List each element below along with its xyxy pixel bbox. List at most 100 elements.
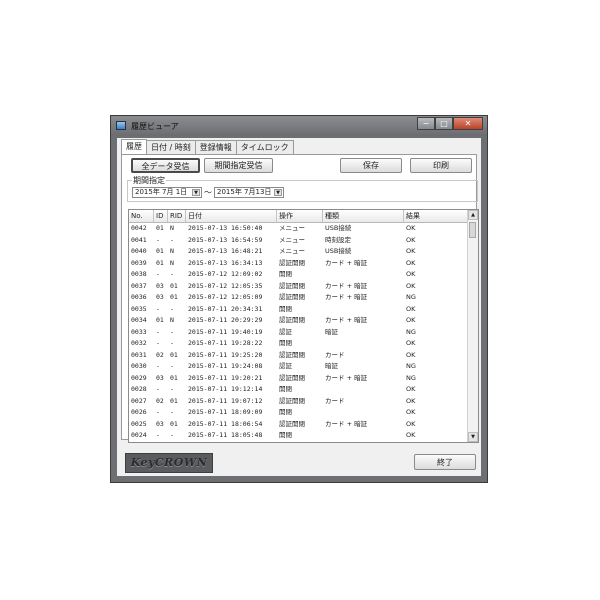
period-group: 期間指定 2015年 7月 1日 ▼ ～ 2015年 7月13日 ▼	[127, 175, 478, 202]
cell-rid: N	[170, 258, 174, 267]
table-row[interactable]: 0037 03 01 2015-07-12 12:05:35 認証開閉 カード + 暗証 O…	[129, 281, 468, 293]
cell-id: -	[156, 431, 160, 439]
cell-type: カード + 暗証	[325, 258, 368, 267]
table-row[interactable]: 0035- -2015-07-11 20:34:31 開閉 OK	[129, 304, 468, 316]
window-controls: − □ ✕	[417, 117, 483, 131]
vertical-scrollbar[interactable]: ▲ ▼	[467, 210, 478, 442]
save-button[interactable]: 保存	[340, 158, 402, 173]
cell-rid: -	[170, 235, 174, 244]
cell-date: 2015-07-11 18:09:09	[188, 408, 263, 416]
cell-result: OK	[406, 408, 416, 416]
table-row[interactable]: 0038 - - 2015-07-12 12:09:02 開閉 OK	[129, 269, 468, 281]
maximize-icon[interactable]: □	[435, 117, 453, 130]
column-header-result[interactable]: 結果	[404, 210, 468, 222]
tab-registration[interactable]: 登録情報	[194, 140, 237, 154]
scroll-up-icon[interactable]: ▲	[468, 210, 478, 220]
cell-no: 0039	[131, 258, 147, 267]
tab-date-time[interactable]: 日付 / 時刻	[146, 140, 196, 154]
table-row[interactable]: 0042 01 N 2015-07-13 16:50:40 メニュー USB接続 OK	[129, 223, 468, 235]
column-header-date[interactable]: 日付	[186, 210, 277, 222]
print-button[interactable]: 印刷	[410, 158, 472, 173]
table-row[interactable]: 0033- -2015-07-11 19:40:19 認証 暗証 NG	[129, 327, 468, 339]
cell-id: 01	[156, 316, 164, 324]
tab-strip: 履歴 日付 / 時刻 登録情報 タイムロック	[121, 139, 294, 155]
table-row[interactable]: 0030 - - 2015-07-11 19:24:08 認証 暗証 NG	[129, 361, 468, 373]
cell-no: 0036	[131, 293, 147, 301]
receive-all-button[interactable]: 全データ受信	[131, 158, 200, 173]
cell-result: OK	[406, 350, 416, 359]
table-row[interactable]: 0032 - - 2015-07-11 19:28:22 開閉 OK	[129, 338, 468, 350]
cell-result: OK	[406, 316, 416, 324]
cell-date: 2015-07-12 12:05:09	[188, 293, 263, 301]
table-row[interactable]: 0028 - - 2015-07-11 19:12:14 開閉 OK	[129, 384, 468, 396]
list-header: No. ID RID 日付 操作 種類 結果	[129, 210, 468, 223]
close-icon[interactable]: ✕	[453, 117, 483, 130]
chevron-down-icon[interactable]: ▼	[274, 189, 282, 196]
client-area: 履歴 日付 / 時刻 登録情報 タイムロック 全データ受信 期間指定受信 保存 …	[117, 138, 481, 476]
cell-no: 0037	[131, 281, 147, 290]
column-header-no[interactable]: No.	[129, 210, 154, 222]
cell-id: -	[156, 235, 160, 244]
column-header-type[interactable]: 種類	[323, 210, 404, 222]
cell-id: 03	[156, 293, 164, 301]
cell-id: 01	[156, 247, 164, 255]
cell-date: 2015-07-11 19:24:08	[188, 362, 263, 370]
cell-rid: N	[170, 247, 174, 255]
table-row[interactable]: 0040 01 N 2015-07-13 16:48:21 メニュー USB接続 OK	[129, 246, 468, 258]
table-row[interactable]: 0031 02 01 2015-07-11 19:25:20 認証開閉 カード OK	[129, 350, 468, 362]
table-row[interactable]: 0034 01 N 2015-07-11 20:29:29 認証開閉 カード + 暗証 OK	[129, 315, 468, 327]
column-header-rid[interactable]: RID	[168, 210, 186, 222]
exit-button[interactable]: 終了	[414, 454, 476, 470]
title-bar[interactable]: 履歴ビューア − □ ✕	[111, 116, 487, 136]
column-header-id[interactable]: ID	[154, 210, 168, 222]
tab-history[interactable]: 履歴	[121, 139, 147, 155]
table-row[interactable]: 0027 02 01 2015-07-11 19:07:12 認証開閉 カード OK	[129, 396, 468, 408]
minimize-icon[interactable]: −	[417, 117, 435, 130]
cell-date: 2015-07-11 20:29:29	[188, 316, 263, 324]
tab-time-lock[interactable]: タイムロック	[235, 140, 294, 154]
cell-no: 0042	[131, 224, 147, 232]
list-body: 0042 01 N 2015-07-13 16:50:40 メニュー USB接続 OK 004…	[129, 223, 468, 442]
cell-date: 2015-07-11 19:28:22	[188, 339, 263, 347]
cell-type: カード + 暗証	[325, 316, 368, 324]
table-row[interactable]: 0025 03 01 2015-07-11 18:06:54 認証開閉 カード + 暗証 O…	[129, 419, 468, 431]
table-row[interactable]: 0029 03 01 2015-07-11 19:20:21 認証開閉 カード + 暗証 N…	[129, 373, 468, 385]
cell-rid: -	[170, 327, 174, 336]
cell-rid: -	[170, 362, 174, 370]
cell-type: カード + 暗証	[325, 293, 368, 301]
scroll-thumb[interactable]	[469, 222, 476, 238]
table-row[interactable]: 0041- -2015-07-13 16:54:59 メニュー 時刻設定 OK	[129, 235, 468, 247]
table-row[interactable]: 0026 - - 2015-07-11 18:09:09 開閉 OK	[129, 407, 468, 419]
table-row[interactable]: 0024 - - 2015-07-11 18:05:48 開閉 OK	[129, 430, 468, 442]
cell-result: OK	[406, 281, 416, 290]
cell-id: -	[156, 270, 160, 278]
cell-no: 0028	[131, 385, 147, 393]
scroll-down-icon[interactable]: ▼	[468, 432, 478, 442]
cell-id: -	[156, 339, 160, 347]
date-from-picker[interactable]: 2015年 7月 1日 ▼	[132, 187, 202, 198]
column-header-operation[interactable]: 操作	[277, 210, 323, 222]
cell-rid: -	[170, 339, 174, 347]
cell-date: 2015-07-12 12:05:35	[188, 281, 263, 290]
cell-type: 時刻設定	[325, 235, 351, 244]
history-list[interactable]: No. ID RID 日付 操作 種類 結果 0042 01 N 2015-07-13…	[128, 209, 479, 443]
cell-rid: -	[170, 304, 174, 313]
cell-type	[323, 338, 325, 350]
chevron-down-icon[interactable]: ▼	[192, 189, 200, 196]
cell-type: カード + 暗証	[325, 281, 368, 290]
cell-result: OK	[406, 431, 416, 439]
cell-date: 2015-07-11 20:34:31	[188, 304, 263, 313]
cell-result: NG	[406, 362, 416, 370]
cell-date: 2015-07-11 18:05:48	[188, 431, 263, 439]
cell-operation: メニュー	[279, 235, 305, 244]
table-row[interactable]: 0039 01 N 2015-07-13 16:34:13 認証開閉 カード + 暗証 OK	[129, 258, 468, 270]
table-row[interactable]: 0036 03 01 2015-07-12 12:05:09 認証開閉 カード + 暗証 N…	[129, 292, 468, 304]
receive-period-button[interactable]: 期間指定受信	[204, 158, 273, 173]
cell-no: 0031	[131, 350, 147, 359]
cell-type	[323, 269, 325, 281]
cell-rid: N	[170, 224, 174, 232]
cell-id: 01	[156, 224, 164, 232]
app-icon	[116, 121, 126, 130]
date-to-picker[interactable]: 2015年 7月13日 ▼	[214, 187, 284, 198]
cell-result: OK	[406, 235, 416, 244]
